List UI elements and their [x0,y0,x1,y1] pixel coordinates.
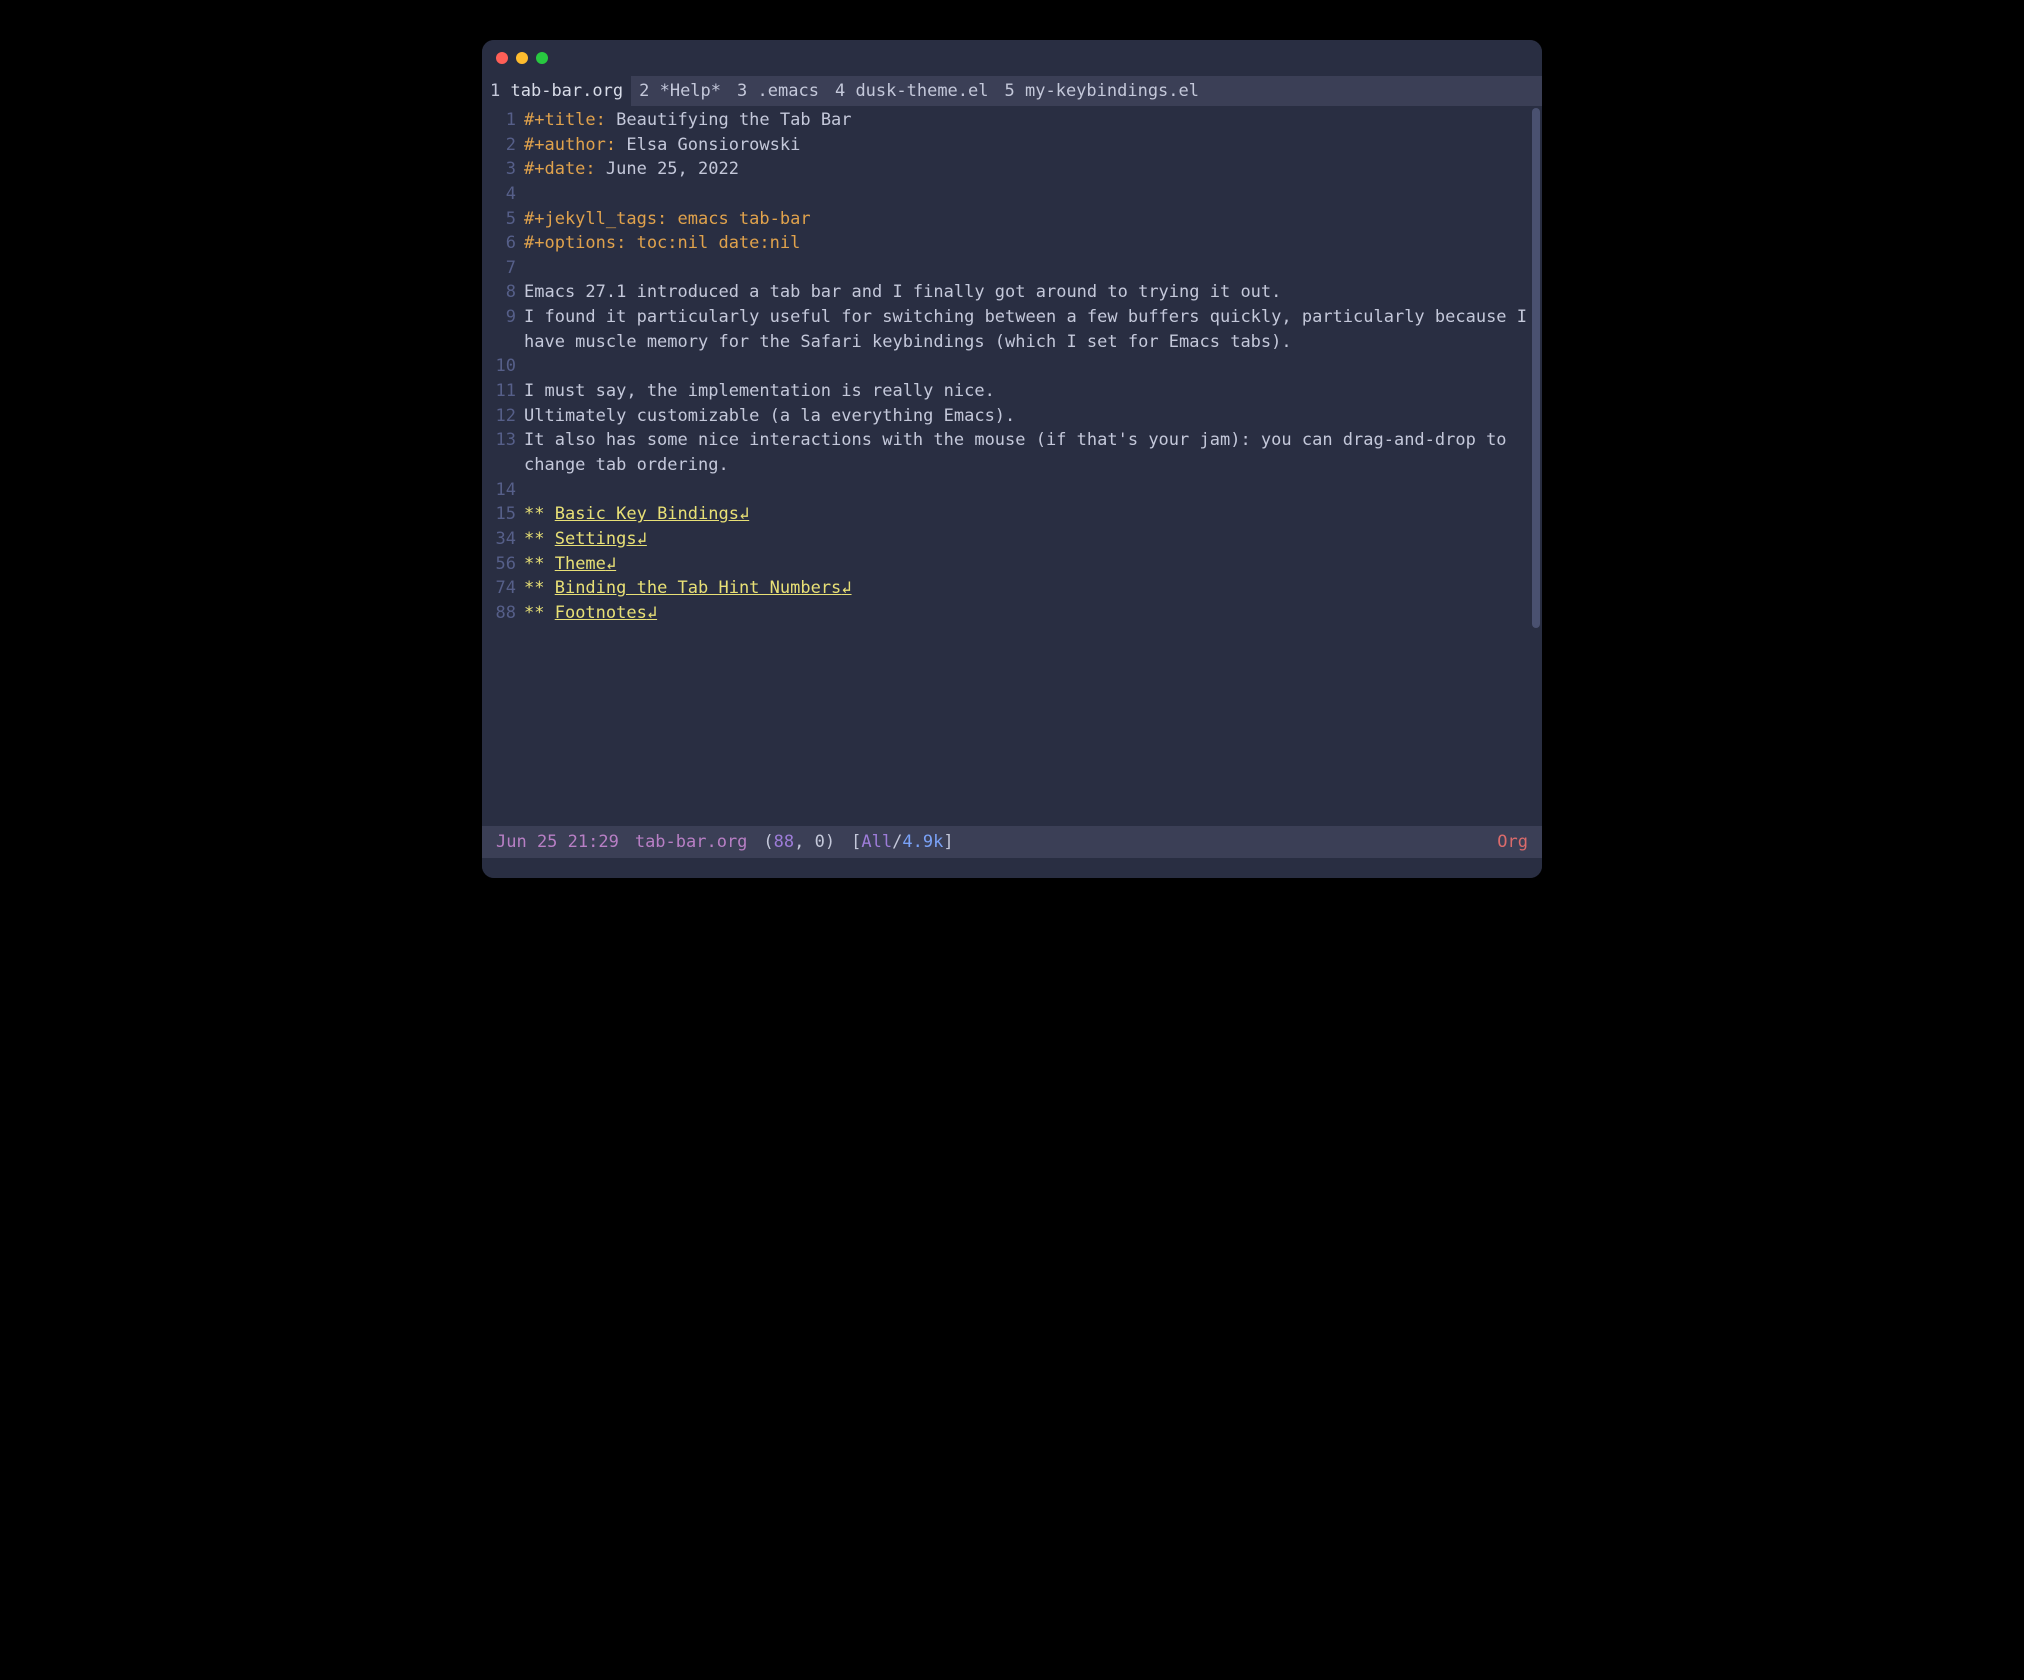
heading-content: ** Theme↲ [524,552,1532,577]
status-position: (88, 0) [763,832,835,852]
tab-3[interactable]: 3 .emacs [729,76,827,106]
line-content [524,256,1532,281]
tab-label: dusk-theme.el [855,81,988,101]
org-heading[interactable]: 74 ** Binding the Tab Hint Numbers↲ [492,576,1532,601]
fold-arrow-icon: ↲ [841,576,851,601]
heading-content: ** Basic Key Bindings↲ [524,502,1532,527]
scrollbar-thumb[interactable] [1532,108,1540,628]
line-number: 56 [492,552,524,577]
code-line: 7 [492,256,1532,281]
tab-label: .emacs [758,81,819,101]
fold-arrow-icon: ↲ [637,527,647,552]
heading-content: ** Footnotes↲ [524,601,1532,626]
code-line: 6 #+options: toc:nil date:nil [492,231,1532,256]
code-line: 8 Emacs 27.1 introduced a tab bar and I … [492,280,1532,305]
code-line: 10 [492,354,1532,379]
maximize-icon[interactable] [536,52,548,64]
line-content: It also has some nice interactions with … [524,428,1532,477]
scrollbar[interactable] [1532,108,1540,824]
tab-5[interactable]: 5 my-keybindings.el [997,76,1208,106]
fold-arrow-icon: ↲ [739,502,749,527]
line-number: 11 [492,379,524,404]
line-number: 10 [492,354,524,379]
fold-arrow-icon: ↲ [606,552,616,577]
code-line: 1 #+title: Beautifying the Tab Bar [492,108,1532,133]
heading-content: ** Binding the Tab Hint Numbers↲ [524,576,1532,601]
code-line: 11 I must say, the implementation is rea… [492,379,1532,404]
code-line: 13 It also has some nice interactions wi… [492,428,1532,477]
line-number: 15 [492,502,524,527]
line-content: I must say, the implementation is really… [524,379,1532,404]
line-content: #+author: Elsa Gonsiorowski [524,133,1532,158]
code-line: 5 #+jekyll_tags: emacs tab-bar [492,207,1532,232]
tab-label: my-keybindings.el [1025,81,1199,101]
org-heading[interactable]: 56 ** Theme↲ [492,552,1532,577]
status-file: tab-bar.org [635,832,748,852]
minibuffer[interactable] [482,858,1542,878]
heading-content: ** Settings↲ [524,527,1532,552]
minimize-icon[interactable] [516,52,528,64]
line-number: 7 [492,256,524,281]
line-number: 2 [492,133,524,158]
line-number: 74 [492,576,524,601]
line-number: 34 [492,527,524,552]
line-number: 6 [492,231,524,256]
tab-1[interactable]: 1 tab-bar.org [482,76,631,106]
line-content [524,354,1532,379]
line-content [524,182,1532,207]
close-icon[interactable] [496,52,508,64]
titlebar [482,40,1542,76]
mode-line: Jun 25 21:29 tab-bar.org (88, 0) [All/4.… [482,826,1542,858]
tab-label: tab-bar.org [511,81,624,101]
line-number: 14 [492,478,524,503]
tab-number: 5 [1005,81,1015,101]
code-line: 9 I found it particularly useful for swi… [492,305,1532,354]
line-content: Emacs 27.1 introduced a tab bar and I fi… [524,280,1532,305]
org-heading[interactable]: 88 ** Footnotes↲ [492,601,1532,626]
tab-number: 3 [737,81,747,101]
editor-area[interactable]: 1 #+title: Beautifying the Tab Bar 2 #+a… [482,106,1542,826]
tab-2[interactable]: 2 *Help* [631,76,729,106]
line-number: 8 [492,280,524,305]
line-number: 3 [492,157,524,182]
status-date: Jun 25 21:29 [496,832,619,852]
emacs-window: 1 tab-bar.org 2 *Help* 3 .emacs 4 dusk-t… [482,40,1542,878]
org-heading[interactable]: 34 ** Settings↲ [492,527,1532,552]
code-line: 12 Ultimately customizable (a la everyth… [492,404,1532,429]
status-buffer-info: [All/4.9k] [851,832,953,852]
line-number: 4 [492,182,524,207]
line-number: 5 [492,207,524,232]
org-heading[interactable]: 15 ** Basic Key Bindings↲ [492,502,1532,527]
line-content: I found it particularly useful for switc… [524,305,1532,354]
line-number: 1 [492,108,524,133]
line-content: #+title: Beautifying the Tab Bar [524,108,1532,133]
code-line: 4 [492,182,1532,207]
status-major-mode: Org [1497,832,1528,852]
line-number: 88 [492,601,524,626]
line-content [524,478,1532,503]
line-content: #+jekyll_tags: emacs tab-bar [524,207,1532,232]
line-content: #+date: June 25, 2022 [524,157,1532,182]
line-number: 13 [492,428,524,477]
line-number: 9 [492,305,524,354]
tab-number: 4 [835,81,845,101]
tab-number: 1 [490,81,500,101]
tab-bar: 1 tab-bar.org 2 *Help* 3 .emacs 4 dusk-t… [482,76,1542,106]
line-number: 12 [492,404,524,429]
tab-number: 2 [639,81,649,101]
code-line: 3 #+date: June 25, 2022 [492,157,1532,182]
line-content: Ultimately customizable (a la everything… [524,404,1532,429]
tab-4[interactable]: 4 dusk-theme.el [827,76,997,106]
code-line: 2 #+author: Elsa Gonsiorowski [492,133,1532,158]
code-line: 14 [492,478,1532,503]
line-content: #+options: toc:nil date:nil [524,231,1532,256]
fold-arrow-icon: ↲ [647,601,657,626]
tab-label: *Help* [660,81,721,101]
